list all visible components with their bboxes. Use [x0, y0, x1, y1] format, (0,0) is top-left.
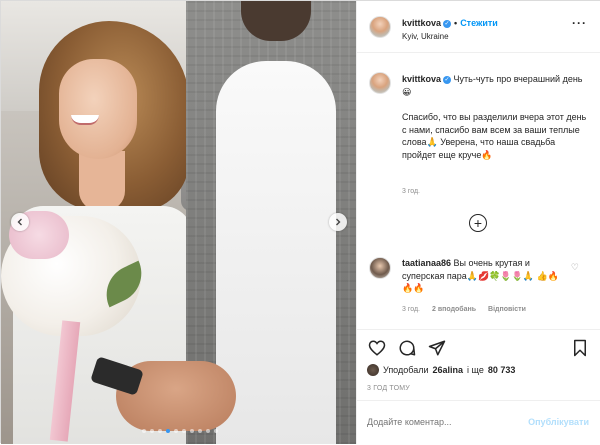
comment-meta: 3 год. 2 вподобань Відповісти: [402, 306, 526, 313]
author-username[interactable]: kvittkova: [402, 18, 441, 28]
separator-dot: •: [454, 18, 458, 28]
add-comment-input[interactable]: [367, 417, 517, 427]
likes-suffix: і ще: [467, 365, 484, 375]
load-more-comments-button[interactable]: +: [469, 214, 487, 232]
verified-badge-icon: ✓: [443, 76, 452, 84]
comment-likes-count[interactable]: 2 вподобань: [432, 306, 476, 313]
comment-like-heart-icon[interactable]: ♡: [571, 262, 579, 273]
commenter-avatar[interactable]: [369, 257, 391, 279]
carousel-dot: [182, 429, 186, 433]
author-line: kvittkova ✓ • Стежити: [402, 18, 498, 28]
carousel-dot: [150, 429, 154, 433]
paper-plane-icon: [428, 340, 445, 355]
carousel-dot: [158, 429, 162, 433]
follow-button[interactable]: Стежити: [460, 18, 498, 28]
caption-username[interactable]: kvittkova: [402, 74, 441, 84]
carousel-indicator: [142, 429, 218, 433]
heart-icon: [368, 339, 385, 356]
chevron-right-icon: [336, 218, 341, 226]
post-actions: Уподобали 26alina і ще 80 733 3 ГОД ТОМУ…: [357, 329, 600, 444]
like-button[interactable]: [367, 338, 386, 357]
liker-avatar[interactable]: [367, 364, 379, 376]
author-avatar[interactable]: [369, 16, 391, 38]
carousel-prev-button[interactable]: [11, 213, 29, 231]
bookmark-icon: [573, 339, 586, 356]
carousel-dot: [174, 429, 178, 433]
comments-section: kvittkova ✓ Чуть-чуть про вчерашний день😀…: [357, 53, 600, 329]
comment-timestamp: 3 год.: [402, 306, 421, 313]
comment: taatianaa86 Вы очень крутая и суперская …: [402, 257, 562, 295]
comment-reply-button[interactable]: Відповісти: [488, 306, 526, 313]
likes-summary: Уподобали 26alina і ще 80 733: [367, 364, 515, 376]
post-timestamp[interactable]: 3 ГОД ТОМУ: [367, 385, 410, 392]
post-header: kvittkova ✓ • Стежити Kyiv, Ukraine ···: [357, 1, 600, 53]
caption-author-avatar[interactable]: [369, 72, 391, 94]
comment-username[interactable]: taatianaa86: [402, 258, 451, 268]
post-photo[interactable]: [1, 1, 356, 444]
photo-bride-neck: [79, 151, 125, 211]
carousel-dot: [206, 429, 210, 433]
caption-timestamp: 3 год.: [402, 188, 421, 195]
caption: kvittkova ✓ Чуть-чуть про вчерашний день😀…: [402, 73, 590, 161]
caption-body: Спасибо, что вы разделили вчера этот ден…: [402, 112, 587, 160]
carousel-dot: [142, 429, 146, 433]
post-side-panel: kvittkova ✓ • Стежити Kyiv, Ukraine ··· kvi…: [356, 1, 600, 444]
photo-bride-face: [59, 59, 137, 159]
carousel-dot: [166, 429, 170, 433]
comment-button[interactable]: [397, 338, 416, 357]
carousel-dot: [214, 429, 218, 433]
publish-button[interactable]: Опублікувати: [528, 417, 589, 427]
add-comment-bar: Опублікувати: [357, 400, 600, 445]
likes-count[interactable]: 80 733: [488, 365, 516, 375]
more-options-icon[interactable]: ···: [572, 17, 587, 29]
carousel-dot: [198, 429, 202, 433]
liker-username[interactable]: 26alina: [432, 365, 463, 375]
save-button[interactable]: [570, 338, 589, 357]
share-button[interactable]: [427, 338, 446, 357]
comment-bubble-icon: [399, 340, 415, 356]
action-icons-row: [367, 338, 446, 357]
likes-prefix: Уподобали: [383, 365, 429, 375]
carousel-dot: [190, 429, 194, 433]
verified-badge-icon: ✓: [443, 20, 452, 28]
instagram-post: kvittkova ✓ • Стежити Kyiv, Ukraine ··· kvi…: [0, 0, 600, 444]
carousel-next-button[interactable]: [329, 213, 347, 231]
post-location[interactable]: Kyiv, Ukraine: [402, 32, 449, 41]
chevron-left-icon: [17, 218, 22, 226]
